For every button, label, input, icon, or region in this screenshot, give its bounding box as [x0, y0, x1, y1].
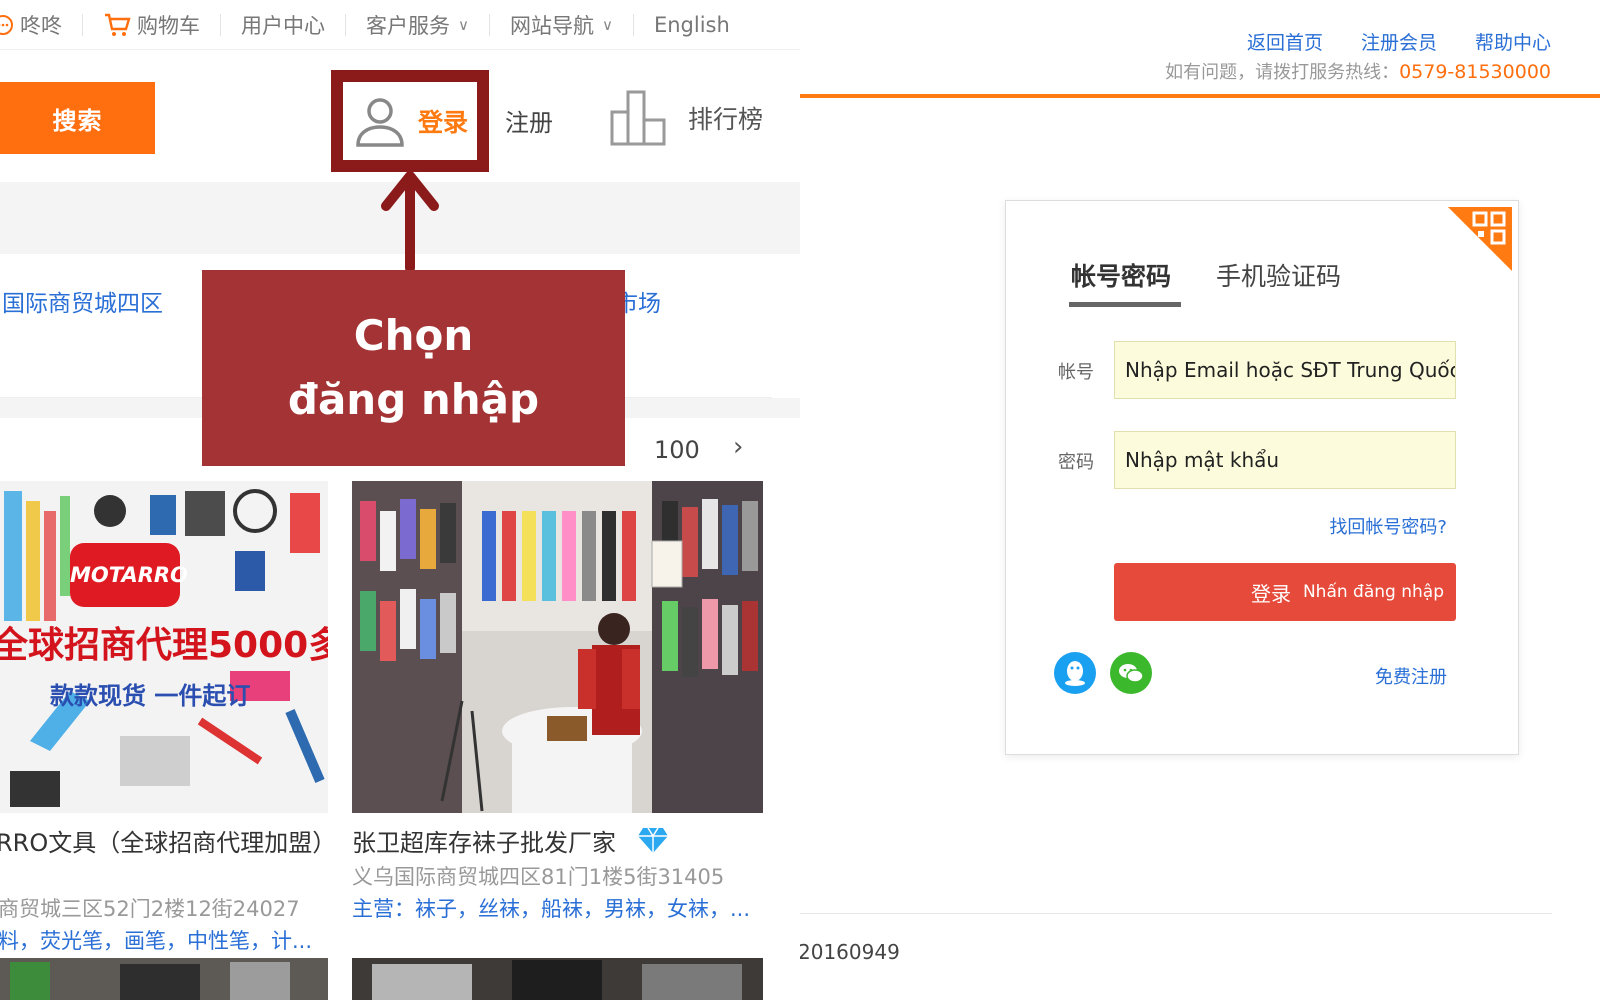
user-center-label: 用户中心 — [241, 13, 325, 38]
login-button[interactable]: 登录 Nhấn đăng nhập — [1114, 563, 1456, 621]
product-main-items: 料，荧光笔，画笔，中性笔，计... — [0, 929, 313, 953]
chevron-down-icon: ∨ — [458, 15, 469, 34]
left-screenshot-panel: 咚咚 购物车 用户中心 客户服务 ∨ 网站导航 ∨ English 搜索 登录 注册… — [0, 0, 800, 1000]
right-screenshot-panel: 返回首页 注册会员 帮助中心 如有问题，请拨打服务热线：0579-8153000… — [800, 0, 1600, 1000]
product-main-items: 主营：袜子，丝袜，船袜，男袜，女袜，... — [352, 897, 751, 921]
product-image-socks-shop[interactable] — [352, 481, 763, 813]
forgot-password-link[interactable]: 找回帐号密码? — [1329, 513, 1447, 539]
diamond-icon — [638, 827, 668, 853]
wechat-icon — [1119, 664, 1144, 683]
chat-icon — [0, 14, 13, 35]
wechat-login-button[interactable] — [1110, 652, 1152, 694]
site-nav-menu[interactable]: 网站导航 ∨ — [510, 10, 613, 40]
password-label: 密码 — [1058, 452, 1094, 473]
banner-slogan: 全球招商代理5000多款 — [0, 625, 328, 666]
market-link-district4[interactable]: 国际商贸城四区 — [2, 284, 163, 318]
cart-icon — [105, 13, 131, 36]
active-tab-underline — [1069, 302, 1181, 307]
qq-icon — [1065, 661, 1085, 686]
ranking-label: 排行榜 — [688, 105, 764, 134]
pager-next-button[interactable]: › — [733, 432, 743, 462]
chat-label: 咚咚 — [20, 13, 62, 38]
footer-license-number: 20160949 — [800, 940, 900, 964]
user-center-link[interactable]: 用户中心 — [241, 10, 325, 40]
footer-divider — [800, 913, 1552, 914]
register-member-link[interactable]: 注册会员 — [1361, 28, 1437, 55]
chat-link[interactable]: 咚咚 — [0, 10, 62, 40]
search-button[interactable]: 搜索 — [0, 82, 155, 154]
customer-service-menu[interactable]: 客户服务 ∨ — [366, 10, 469, 40]
product-address: 商贸城三区52门2楼12街24027 — [0, 897, 300, 921]
site-nav-label: 网站导航 — [509, 13, 594, 38]
cart-label: 购物车 — [137, 13, 200, 38]
callout-line1: Chọn — [353, 311, 474, 360]
nav-divider — [345, 13, 346, 36]
cart-link[interactable]: 购物车 — [103, 10, 200, 40]
user-icon — [356, 98, 404, 147]
customer-service-label: 客户服务 — [366, 13, 450, 38]
login-card: 帐号密码 手机验证码 帐号 Nhập Email hoặc SĐT Trung … — [1005, 200, 1519, 755]
red-arrow-icon — [381, 171, 439, 272]
password-input[interactable]: Nhập mật khẩu — [1114, 431, 1456, 489]
nav-divider — [632, 13, 634, 36]
product-title[interactable]: RRO文具（全球招商代理加盟） — [0, 823, 336, 858]
callout-line2: đăng nhập — [287, 375, 540, 424]
login-button-hint: Nhấn đăng nhập — [1302, 582, 1444, 602]
pager-total: 100 — [654, 436, 700, 464]
nav-divider — [220, 13, 221, 36]
product-address: 义乌国际商贸城四区81门1楼5街31405 — [352, 865, 725, 889]
login-link[interactable]: 登录 — [418, 103, 468, 139]
hotline-number: 0579-81530000 — [1399, 61, 1551, 83]
chevron-down-icon: ∨ — [601, 15, 613, 34]
header-divider — [800, 94, 1600, 98]
banner-brand: MOTARRO — [70, 563, 188, 587]
home-link[interactable]: 返回首页 — [1247, 28, 1323, 55]
hotline-label: 如有问题，请拨打服务热线： — [1165, 62, 1400, 83]
register-link[interactable]: 注册 — [505, 103, 553, 138]
qr-code-toggle-icon[interactable] — [1448, 207, 1512, 271]
ranking-link[interactable]: 排行榜 — [610, 90, 763, 146]
product-title[interactable]: 张卫超库存袜子批发厂家 — [352, 823, 616, 858]
product-image-partial[interactable] — [352, 958, 763, 1000]
partial-photo — [0, 958, 328, 1000]
english-link[interactable]: English — [654, 13, 730, 37]
free-register-link[interactable]: 免费注册 — [1375, 663, 1447, 689]
qq-login-button[interactable] — [1054, 652, 1096, 694]
tab-account-password[interactable]: 帐号密码 — [1071, 257, 1171, 293]
hotline-text: 如有问题，请拨打服务热线：0579-81530000 — [1165, 58, 1551, 84]
banner-subslogan: 款款现货 一件起订 — [50, 682, 251, 710]
account-input[interactable]: Nhập Email hoặc SĐT Trung Quốc — [1114, 341, 1456, 399]
bar-chart-icon — [610, 90, 666, 146]
socks-shop-photo — [352, 481, 763, 813]
tab-sms-code[interactable]: 手机验证码 — [1216, 257, 1341, 293]
help-center-link[interactable]: 帮助中心 — [1475, 28, 1551, 55]
login-highlight-box[interactable]: 登录 — [331, 70, 489, 172]
nav-divider — [488, 13, 490, 36]
header-links: 返回首页 注册会员 帮助中心 — [1247, 28, 1551, 55]
partial-photo — [352, 958, 763, 1000]
english-label: English — [653, 12, 730, 37]
login-button-label: 登录 — [1250, 581, 1291, 606]
account-label: 帐号 — [1058, 362, 1094, 383]
top-nav-bar: 咚咚 购物车 用户中心 客户服务 ∨ 网站导航 ∨ English — [0, 0, 800, 50]
product-image-partial[interactable] — [0, 958, 328, 1000]
instruction-callout: Chọn đăng nhập — [202, 270, 625, 466]
nav-divider — [82, 13, 83, 36]
product-image-stationery[interactable]: MOTARRO 全球招商代理5000多款 款款现货 一件起订 — [0, 481, 328, 813]
